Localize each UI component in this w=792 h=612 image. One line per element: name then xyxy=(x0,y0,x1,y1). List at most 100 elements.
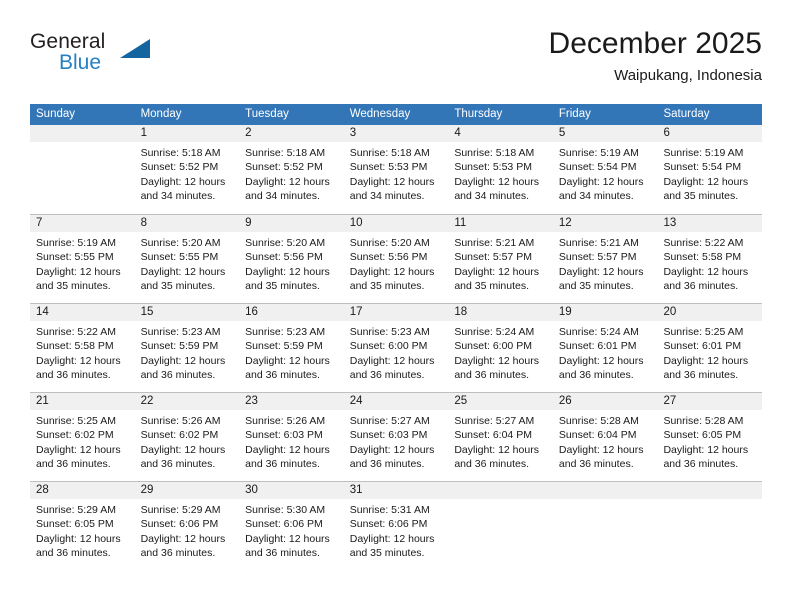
day-number: 27 xyxy=(657,393,763,410)
sunrise-text: Sunrise: 5:25 AM xyxy=(663,326,744,338)
daylight-text: Daylight: 12 hours and 36 minutes. xyxy=(36,443,121,471)
day-number xyxy=(657,482,763,499)
day-cell[interactable]: 23 Sunrise: 5:26 AM Sunset: 6:03 PM Dayligh… xyxy=(239,393,344,481)
day-cell[interactable]: 20 Sunrise: 5:25 AM Sunset: 6:01 PM Dayligh… xyxy=(657,304,763,392)
sunrise-text: Sunrise: 5:24 AM xyxy=(454,326,535,338)
day-cell[interactable]: 30 Sunrise: 5:30 AM Sunset: 6:06 PM Dayligh… xyxy=(239,482,344,570)
day-details: Sunrise: 5:28 AM Sunset: 6:04 PM Daylight:… xyxy=(553,410,658,472)
calendar-week-row: 1 Sunrise: 5:18 AM Sunset: 5:52 PM Daylight… xyxy=(30,125,763,214)
day-cell-empty xyxy=(552,482,658,570)
day-cell[interactable]: 24 Sunrise: 5:27 AM Sunset: 6:03 PM Dayligh… xyxy=(343,393,449,481)
day-cell[interactable]: 21 Sunrise: 5:25 AM Sunset: 6:02 PM Dayligh… xyxy=(30,393,135,481)
sunrise-text: Sunrise: 5:27 AM xyxy=(454,415,535,427)
daylight-text: Daylight: 12 hours and 36 minutes. xyxy=(454,354,539,382)
sunset-text: Sunset: 5:56 PM xyxy=(349,251,428,264)
sunset-text: Sunset: 5:55 PM xyxy=(140,251,219,264)
day-details: Sunrise: 5:29 AM Sunset: 6:05 PM Daylight:… xyxy=(30,499,135,561)
day-cell[interactable]: 15 Sunrise: 5:23 AM Sunset: 5:59 PM Dayligh… xyxy=(134,304,240,392)
brand-logo[interactable]: General Blue xyxy=(30,30,230,86)
day-cell[interactable]: 17 Sunrise: 5:23 AM Sunset: 6:00 PM Dayligh… xyxy=(343,304,449,392)
day-number: 16 xyxy=(239,304,344,321)
sunrise-text: Sunrise: 5:18 AM xyxy=(245,147,326,159)
day-number: 18 xyxy=(448,304,553,321)
sunrise-text: Sunrise: 5:20 AM xyxy=(349,237,430,249)
daylight-text: Daylight: 12 hours and 34 minutes. xyxy=(454,175,539,203)
day-cell[interactable]: 4 Sunrise: 5:18 AM Sunset: 5:53 PM Daylight… xyxy=(448,125,553,214)
sunrise-text: Sunrise: 5:21 AM xyxy=(558,237,639,249)
sunset-text: Sunset: 5:57 PM xyxy=(558,251,637,264)
day-cell[interactable]: 29 Sunrise: 5:29 AM Sunset: 6:06 PM Dayligh… xyxy=(134,482,240,570)
day-cell[interactable]: 11 Sunrise: 5:21 AM Sunset: 5:57 PM Dayligh… xyxy=(448,215,553,303)
day-number: 8 xyxy=(134,215,240,232)
sunset-text: Sunset: 6:01 PM xyxy=(663,340,742,353)
day-cell[interactable]: 18 Sunrise: 5:24 AM Sunset: 6:00 PM Dayligh… xyxy=(448,304,553,392)
day-details: Sunrise: 5:20 AM Sunset: 5:56 PM Daylight:… xyxy=(344,232,449,294)
day-cell[interactable]: 7 Sunrise: 5:19 AM Sunset: 5:55 PM Daylight… xyxy=(30,215,135,303)
sunset-text: Sunset: 5:54 PM xyxy=(663,161,742,174)
day-cell[interactable]: 25 Sunrise: 5:27 AM Sunset: 6:04 PM Dayligh… xyxy=(448,393,553,481)
day-details: Sunrise: 5:19 AM Sunset: 5:55 PM Daylight:… xyxy=(30,232,135,294)
daylight-text: Daylight: 12 hours and 36 minutes. xyxy=(140,532,226,560)
calendar-week-row: 7 Sunrise: 5:19 AM Sunset: 5:55 PM Daylight… xyxy=(30,214,763,303)
day-cell[interactable]: 5 Sunrise: 5:19 AM Sunset: 5:54 PM Daylight… xyxy=(552,125,658,214)
day-cell[interactable]: 31 Sunrise: 5:31 AM Sunset: 6:06 PM Dayligh… xyxy=(343,482,449,570)
day-cell[interactable]: 10 Sunrise: 5:20 AM Sunset: 5:56 PM Dayligh… xyxy=(343,215,449,303)
day-details: Sunrise: 5:21 AM Sunset: 5:57 PM Daylight:… xyxy=(553,232,658,294)
day-cell[interactable]: 1 Sunrise: 5:18 AM Sunset: 5:52 PM Daylight… xyxy=(134,125,240,214)
sunrise-text: Sunrise: 5:26 AM xyxy=(140,415,221,427)
weekday-header-sunday: Sunday xyxy=(36,108,76,120)
day-details: Sunrise: 5:19 AM Sunset: 5:54 PM Daylight:… xyxy=(553,142,658,204)
weekday-header-thursday: Thursday xyxy=(454,108,503,120)
day-cell[interactable]: 16 Sunrise: 5:23 AM Sunset: 5:59 PM Dayligh… xyxy=(239,304,344,392)
sunset-text: Sunset: 6:04 PM xyxy=(558,429,637,442)
daylight-text: Daylight: 12 hours and 35 minutes. xyxy=(349,265,435,293)
day-cell[interactable]: 27 Sunrise: 5:28 AM Sunset: 6:05 PM Dayligh… xyxy=(657,393,763,481)
day-details: Sunrise: 5:21 AM Sunset: 5:57 PM Daylight:… xyxy=(448,232,553,294)
sunset-text: Sunset: 5:59 PM xyxy=(140,340,219,353)
day-number: 29 xyxy=(134,482,240,499)
sunrise-text: Sunrise: 5:31 AM xyxy=(349,504,430,516)
sunset-text: Sunset: 5:56 PM xyxy=(245,251,323,264)
day-cell[interactable]: 13 Sunrise: 5:22 AM Sunset: 5:58 PM Dayligh… xyxy=(657,215,763,303)
sunset-text: Sunset: 6:06 PM xyxy=(245,518,323,531)
sunrise-text: Sunrise: 5:26 AM xyxy=(245,415,326,427)
daylight-text: Daylight: 12 hours and 36 minutes. xyxy=(558,443,644,471)
day-cell[interactable]: 26 Sunrise: 5:28 AM Sunset: 6:04 PM Dayligh… xyxy=(552,393,658,481)
day-number: 21 xyxy=(30,393,135,410)
page-subtitle: Waipukang, Indonesia xyxy=(614,67,762,84)
day-cell[interactable]: 6 Sunrise: 5:19 AM Sunset: 5:54 PM Daylight… xyxy=(657,125,763,214)
day-cell[interactable]: 9 Sunrise: 5:20 AM Sunset: 5:56 PM Daylight… xyxy=(239,215,344,303)
day-details: Sunrise: 5:27 AM Sunset: 6:03 PM Daylight:… xyxy=(344,410,449,472)
sunrise-text: Sunrise: 5:23 AM xyxy=(245,326,326,338)
sunrise-text: Sunrise: 5:18 AM xyxy=(454,147,535,159)
day-details: Sunrise: 5:18 AM Sunset: 5:52 PM Daylight:… xyxy=(239,142,344,204)
sunrise-text: Sunrise: 5:23 AM xyxy=(349,326,430,338)
sunrise-text: Sunrise: 5:18 AM xyxy=(140,147,221,159)
sunrise-text: Sunrise: 5:19 AM xyxy=(558,147,639,159)
calendar-week-row: 21 Sunrise: 5:25 AM Sunset: 6:02 PM Dayligh… xyxy=(30,392,763,481)
day-number: 1 xyxy=(134,125,240,142)
weekday-header-saturday: Saturday xyxy=(663,108,710,120)
day-cell[interactable]: 28 Sunrise: 5:29 AM Sunset: 6:05 PM Dayligh… xyxy=(30,482,135,570)
daylight-text: Daylight: 12 hours and 36 minutes. xyxy=(349,354,435,382)
day-cell[interactable]: 2 Sunrise: 5:18 AM Sunset: 5:52 PM Daylight… xyxy=(239,125,344,214)
sunset-text: Sunset: 6:00 PM xyxy=(454,340,532,353)
day-details: Sunrise: 5:25 AM Sunset: 6:02 PM Daylight:… xyxy=(30,410,135,472)
day-cell[interactable]: 8 Sunrise: 5:20 AM Sunset: 5:55 PM Daylight… xyxy=(134,215,240,303)
weekday-header-row: Sunday Monday Tuesday Wednesday Thursday Frid… xyxy=(30,104,762,125)
day-details: Sunrise: 5:23 AM Sunset: 5:59 PM Daylight:… xyxy=(239,321,344,383)
daylight-text: Daylight: 12 hours and 36 minutes. xyxy=(663,265,749,293)
day-number: 13 xyxy=(657,215,763,232)
sunrise-text: Sunrise: 5:29 AM xyxy=(140,504,221,516)
day-cell[interactable]: 14 Sunrise: 5:22 AM Sunset: 5:58 PM Dayligh… xyxy=(30,304,135,392)
day-cell[interactable]: 3 Sunrise: 5:18 AM Sunset: 5:53 PM Daylight… xyxy=(343,125,449,214)
day-cell-empty xyxy=(448,482,553,570)
day-cell[interactable]: 12 Sunrise: 5:21 AM Sunset: 5:57 PM Dayligh… xyxy=(552,215,658,303)
sunset-text: Sunset: 5:58 PM xyxy=(663,251,742,264)
daylight-text: Daylight: 12 hours and 36 minutes. xyxy=(663,443,749,471)
day-cell[interactable]: 22 Sunrise: 5:26 AM Sunset: 6:02 PM Dayligh… xyxy=(134,393,240,481)
day-cell[interactable]: 19 Sunrise: 5:24 AM Sunset: 6:01 PM Dayligh… xyxy=(552,304,658,392)
day-number xyxy=(30,125,135,142)
day-number: 22 xyxy=(134,393,240,410)
daylight-text: Daylight: 12 hours and 36 minutes. xyxy=(663,354,749,382)
